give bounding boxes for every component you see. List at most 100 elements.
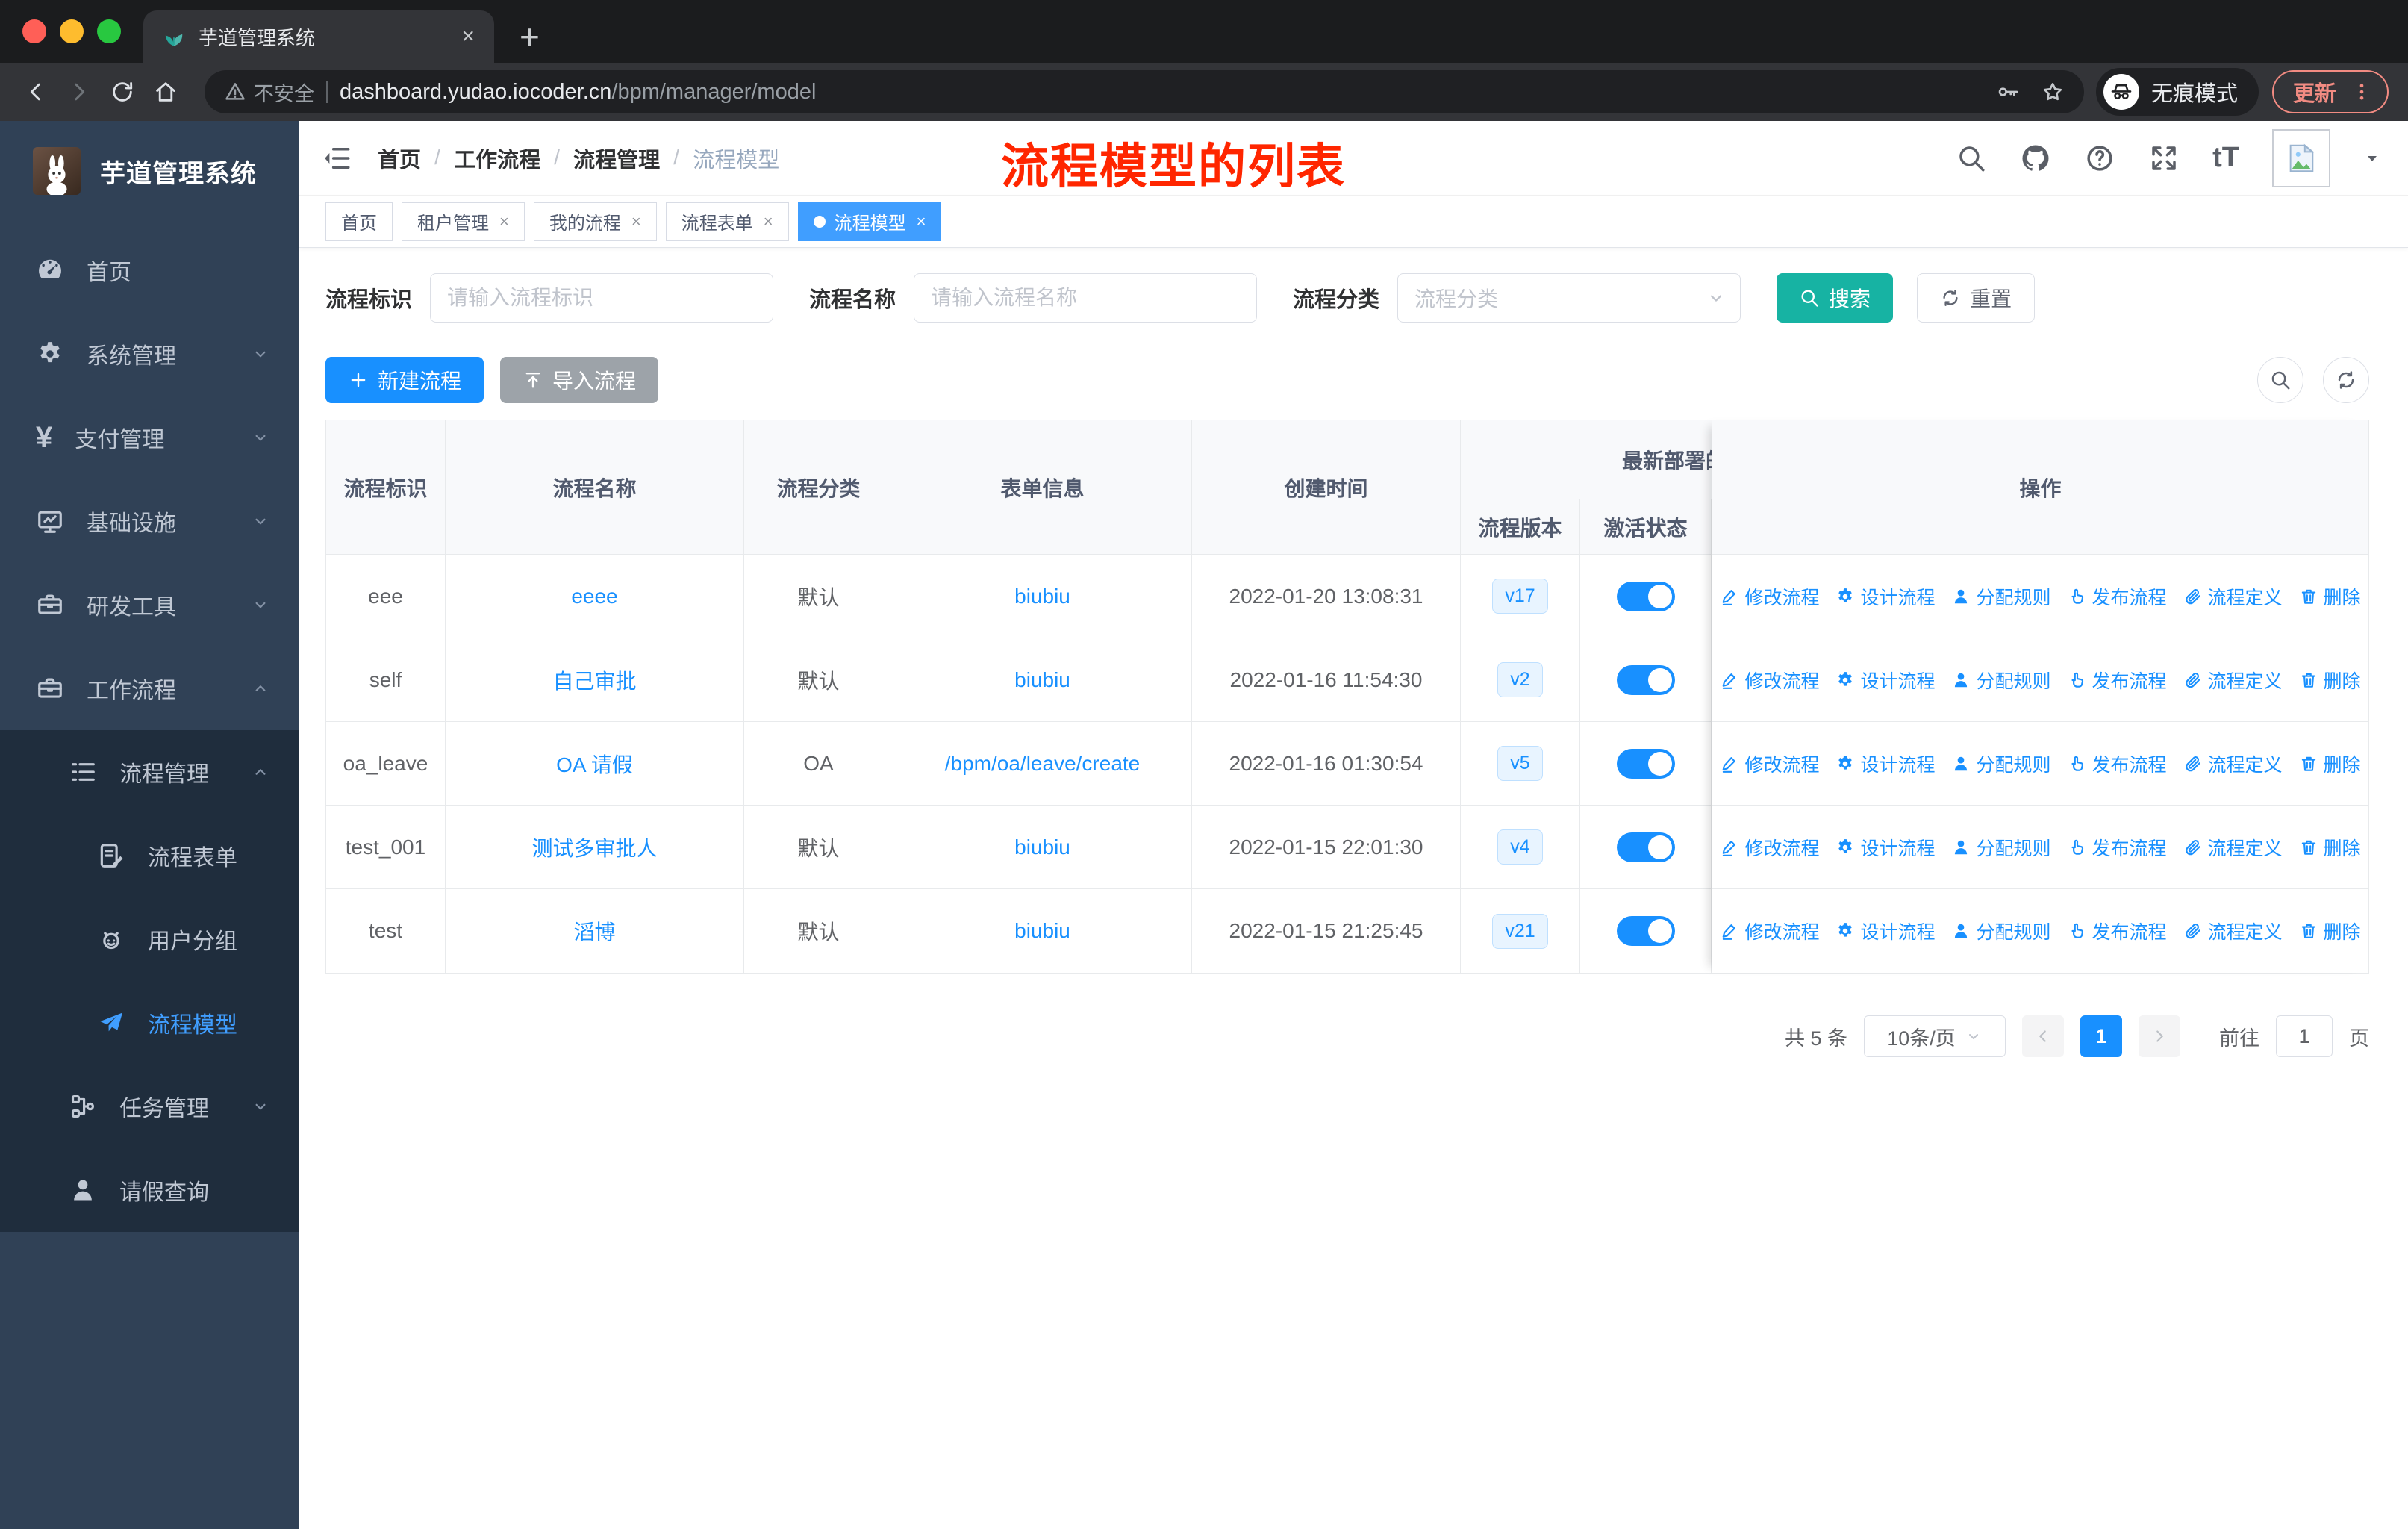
back-icon[interactable] [19, 75, 52, 108]
sidebar-item-dashboard[interactable]: 首页 [0, 228, 299, 312]
create-process-button[interactable]: 新建流程 [325, 357, 484, 403]
sidebar-item-form[interactable]: 流程表单 [0, 814, 299, 897]
sidebar-item-tree[interactable]: 任务管理 [0, 1065, 299, 1148]
close-tab-icon[interactable]: × [631, 212, 641, 231]
definition-action-link[interactable]: 流程定义 [2183, 667, 2283, 694]
refresh-table-button[interactable] [2323, 357, 2369, 403]
design-action-link[interactable]: 设计流程 [1835, 834, 1935, 861]
process-name-input[interactable] [914, 273, 1258, 323]
delete-action-link[interactable]: 删除 [2299, 750, 2361, 777]
home-icon[interactable] [149, 75, 182, 108]
assign-action-link[interactable]: 分配规则 [1951, 834, 2051, 861]
hamburger-icon[interactable] [321, 143, 352, 174]
assign-action-link[interactable]: 分配规则 [1951, 750, 2051, 777]
sidebar-item-briefcase[interactable]: 研发工具 [0, 563, 299, 647]
delete-action-link[interactable]: 删除 [2299, 583, 2361, 610]
design-action-link[interactable]: 设计流程 [1835, 750, 1935, 777]
reload-icon[interactable] [106, 75, 139, 108]
form-link[interactable]: biubiu [1014, 835, 1070, 859]
delete-action-link[interactable]: 删除 [2299, 834, 2361, 861]
reset-button[interactable]: 重置 [1917, 273, 2036, 323]
assign-action-link[interactable]: 分配规则 [1951, 667, 2051, 694]
active-toggle[interactable] [1616, 581, 1675, 611]
browser-tab[interactable]: 芋道管理系统 × [143, 10, 494, 63]
search-button[interactable]: 搜索 [1777, 273, 1894, 323]
breadcrumb-item[interactable]: 流程管理 [573, 143, 660, 174]
security-status[interactable]: 不安全 [224, 78, 314, 107]
process-name-link[interactable]: 滔博 [573, 916, 615, 946]
tab-我的流程[interactable]: 我的流程 × [533, 202, 657, 241]
publish-action-link[interactable]: 发布流程 [2068, 834, 2167, 861]
version-badge[interactable]: v17 [1492, 579, 1548, 614]
edit-action-link[interactable]: 修改流程 [1720, 583, 1819, 610]
tab-租户管理[interactable]: 租户管理 × [402, 202, 525, 241]
search-icon[interactable] [1956, 143, 1987, 174]
publish-action-link[interactable]: 发布流程 [2068, 583, 2167, 610]
address-bar[interactable]: 不安全 dashboard.yudao.iocoder.cn/bpm/manag… [205, 70, 2084, 113]
edit-action-link[interactable]: 修改流程 [1720, 667, 1819, 694]
publish-action-link[interactable]: 发布流程 [2068, 918, 2167, 944]
goto-page-input[interactable] [2276, 1015, 2333, 1057]
breadcrumb-item[interactable]: 工作流程 [454, 143, 540, 174]
process-category-select[interactable]: 流程分类 [1397, 273, 1741, 323]
form-link[interactable]: biubiu [1014, 585, 1070, 608]
close-tab-icon[interactable]: × [917, 212, 926, 231]
definition-action-link[interactable]: 流程定义 [2183, 750, 2283, 777]
fullscreen-icon[interactable] [2148, 143, 2180, 174]
sidebar-item-yen[interactable]: ¥ 支付管理 [0, 396, 299, 479]
definition-action-link[interactable]: 流程定义 [2183, 834, 2283, 861]
window-minimize-button[interactable] [60, 19, 84, 43]
breadcrumb-item[interactable]: 首页 [378, 143, 421, 174]
process-name-link[interactable]: eeee [571, 585, 617, 608]
font-size-icon[interactable]: tT [2212, 142, 2239, 174]
assign-action-link[interactable]: 分配规则 [1951, 583, 2051, 610]
design-action-link[interactable]: 设计流程 [1835, 583, 1935, 610]
avatar[interactable] [2272, 128, 2330, 187]
form-link[interactable]: /bpm/oa/leave/create [945, 752, 1141, 776]
version-badge[interactable]: v5 [1497, 746, 1543, 781]
delete-action-link[interactable]: 删除 [2299, 667, 2361, 694]
process-key-input[interactable] [430, 273, 774, 323]
new-tab-button[interactable]: + [520, 16, 540, 63]
window-zoom-button[interactable] [97, 19, 121, 43]
kebab-menu-icon[interactable] [2351, 81, 2372, 102]
design-action-link[interactable]: 设计流程 [1835, 667, 1935, 694]
current-page-button[interactable]: 1 [2080, 1015, 2122, 1057]
sidebar-item-gear[interactable]: 系统管理 [0, 312, 299, 396]
process-name-link[interactable]: OA 请假 [556, 749, 633, 779]
definition-action-link[interactable]: 流程定义 [2183, 918, 2283, 944]
version-badge[interactable]: v21 [1492, 913, 1548, 949]
process-name-link[interactable]: 自己审批 [552, 665, 636, 695]
edit-action-link[interactable]: 修改流程 [1720, 918, 1819, 944]
forward-icon[interactable] [63, 75, 96, 108]
close-tab-icon[interactable]: × [499, 212, 509, 231]
delete-action-link[interactable]: 删除 [2299, 918, 2361, 944]
sidebar-item-robot[interactable]: 用户分组 [0, 897, 299, 981]
sidebar-item-paper-plane[interactable]: 流程模型 [0, 981, 299, 1065]
import-process-button[interactable]: 导入流程 [500, 357, 659, 403]
update-browser-button[interactable]: 更新 [2271, 70, 2389, 113]
publish-action-link[interactable]: 发布流程 [2068, 667, 2167, 694]
chevron-down-icon[interactable] [2363, 149, 2381, 167]
active-toggle[interactable] [1616, 748, 1675, 779]
edit-action-link[interactable]: 修改流程 [1720, 834, 1819, 861]
help-icon[interactable] [2084, 143, 2115, 174]
version-badge[interactable]: v2 [1497, 662, 1543, 697]
definition-action-link[interactable]: 流程定义 [2183, 583, 2283, 610]
close-tab-icon[interactable]: × [764, 212, 773, 231]
publish-action-link[interactable]: 发布流程 [2068, 750, 2167, 777]
sidebar-item-monitor[interactable]: 基础设施 [0, 479, 299, 563]
active-toggle[interactable] [1616, 664, 1675, 695]
form-link[interactable]: biubiu [1014, 919, 1070, 943]
github-icon[interactable] [2020, 143, 2051, 174]
process-name-link[interactable]: 测试多审批人 [531, 832, 657, 862]
edit-action-link[interactable]: 修改流程 [1720, 750, 1819, 777]
sidebar-item-briefcase[interactable]: 工作流程 [0, 647, 299, 730]
next-page-button[interactable] [2139, 1015, 2180, 1057]
form-link[interactable]: biubiu [1014, 668, 1070, 692]
toggle-search-button[interactable] [2257, 357, 2303, 403]
close-tab-icon[interactable]: × [461, 24, 475, 49]
sidebar-item-user[interactable]: 请假查询 [0, 1148, 299, 1232]
tab-首页[interactable]: 首页 [325, 202, 393, 241]
design-action-link[interactable]: 设计流程 [1835, 918, 1935, 944]
